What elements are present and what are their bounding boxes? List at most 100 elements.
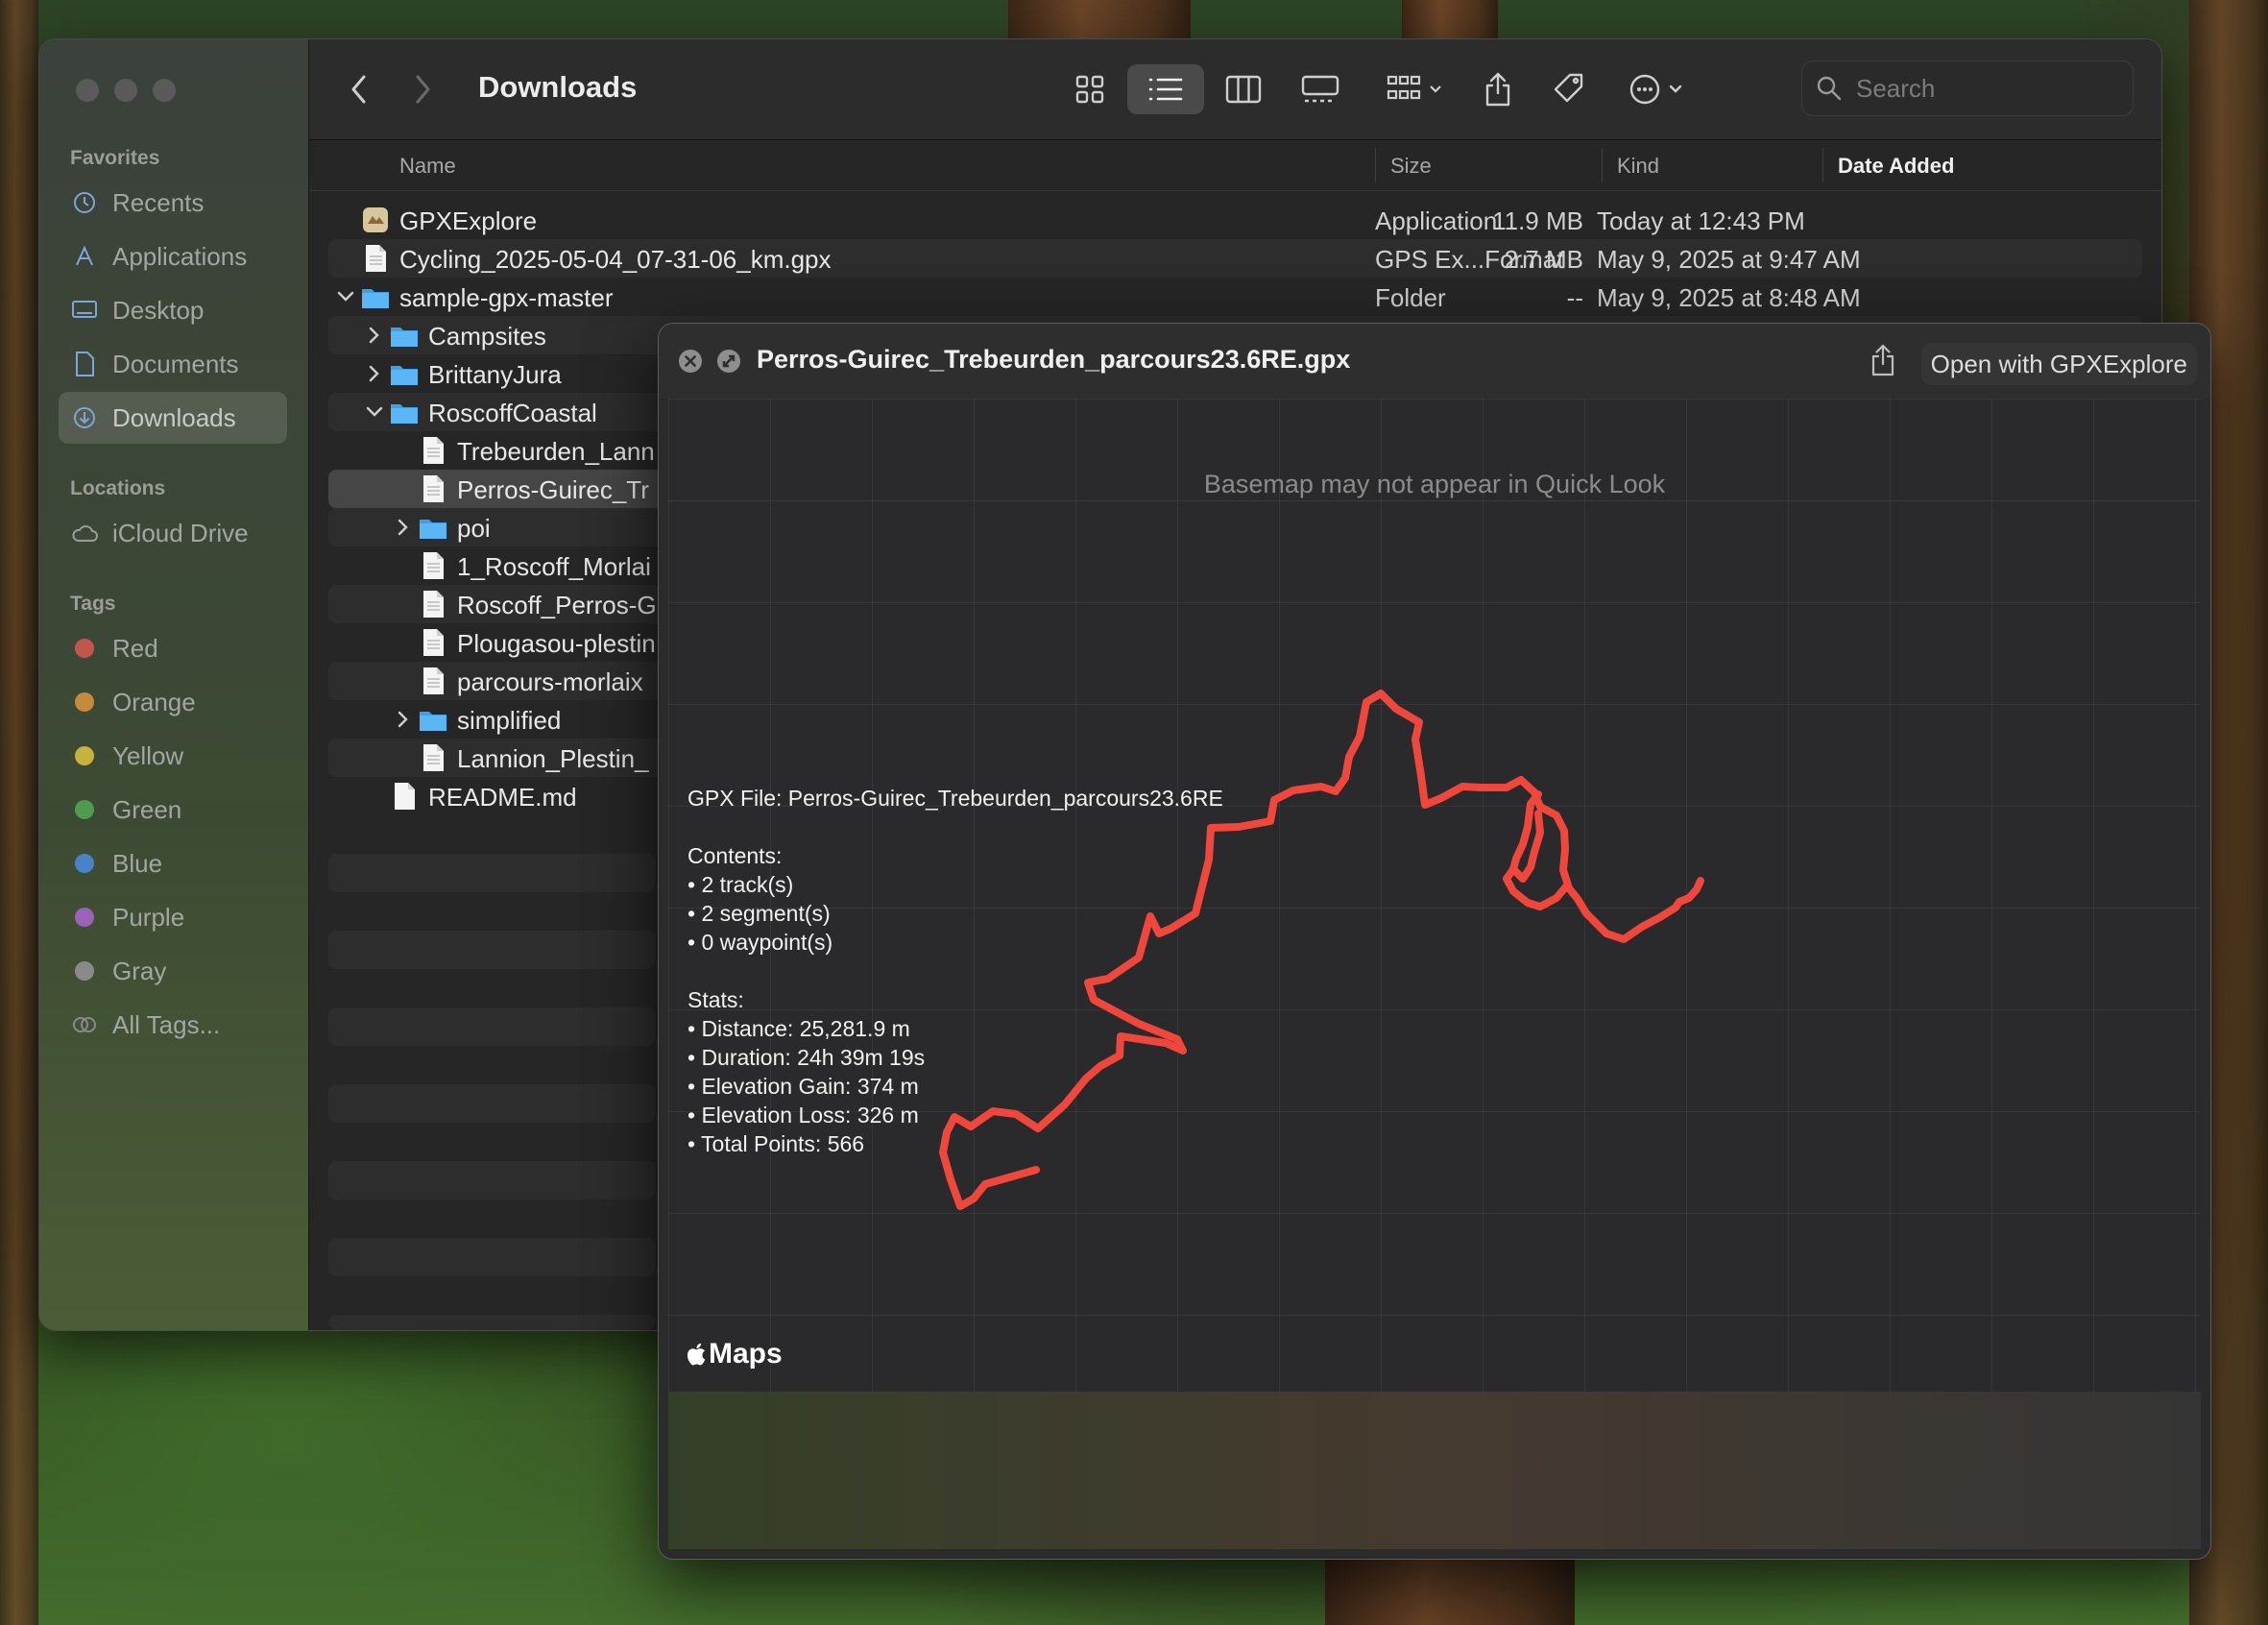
columns-icon [1225,75,1262,104]
stat-total-points: • Total Points: 566 [688,1131,865,1156]
stat-distance: • Distance: 25,281.9 m [688,1016,910,1041]
document-icon [423,629,444,656]
file-row-gpxexplore[interactable]: GPXExplore 11.9 MB Application Today at … [328,201,2142,239]
maps-label: Maps [709,1338,783,1370]
close-window-button[interactable] [76,79,99,102]
sidebar-item-label: All Tags... [112,1009,221,1039]
stat-elevation-gain: • Elevation Gain: 374 m [688,1074,919,1099]
gallery-view-button[interactable] [1289,64,1352,114]
sidebar-item-label: Gray [112,956,167,985]
sidebar-item-downloads[interactable]: Downloads [59,392,287,444]
file-row-cycling-gpx[interactable]: Cycling_2025-05-04_07-31-06_km.gpx 2.7 M… [328,239,2142,278]
file-date-added: May 9, 2025 at 8:48 AM [1597,283,1861,312]
grid-icon [1075,75,1104,104]
tag-dot [70,795,99,824]
disclosure-collapsed-icon[interactable] [392,516,415,539]
sidebar-tag-green[interactable]: Green [59,784,287,836]
column-headers: Name Size Kind Date Added [309,140,2161,191]
open-with-button[interactable]: Open with GPXExplore [1920,343,2197,385]
sidebar-item-label: Purple [112,902,185,932]
icon-view-button[interactable] [1058,64,1122,114]
file-kind: Application [1375,206,1498,235]
disclosure-collapsed-icon[interactable] [363,324,386,347]
tag-dot [70,849,99,878]
download-icon [70,403,99,432]
route-map[interactable]: Basemap may not appear in Quick Look GPX… [668,399,2201,1392]
sidebar-item-applications[interactable]: Applications [59,230,287,282]
tag-dot [70,957,99,985]
list-icon [1148,78,1183,101]
disclosure-expanded-icon[interactable] [334,285,357,308]
disclosure-expanded-icon[interactable] [363,400,386,424]
sidebar: Favorites Recents Applications Desktop D… [39,39,309,1330]
column-header-kind[interactable]: Kind [1617,154,1659,179]
sidebar-item-recents[interactable]: Recents [59,177,287,229]
favorites-header: Favorites [70,147,160,169]
document-icon [423,552,444,579]
file-kind: GPS Ex...Format [1375,245,1564,274]
tag-dot [70,903,99,932]
locations-header: Locations [70,477,166,499]
share-icon[interactable] [1869,343,1897,377]
sidebar-item-label: Blue [112,848,163,878]
disclosure-collapsed-icon[interactable] [392,708,415,731]
empty-row [328,1007,655,1046]
applications-icon [70,242,99,271]
sidebar-tag-purple[interactable]: Purple [59,891,287,943]
column-header-name[interactable]: Name [399,154,456,179]
sidebar-item-label: Recents [112,187,205,217]
folder-icon [362,289,389,308]
cloud-icon [70,519,99,547]
empty-row [328,1238,655,1276]
search-icon [1817,76,1842,101]
tag-dot [70,634,99,663]
sidebar-tag-gray[interactable]: Gray [59,945,287,997]
document-icon [423,437,444,464]
disclosure-collapsed-icon[interactable] [363,362,386,385]
sidebar-tag-orange[interactable]: Orange [59,676,287,728]
sidebar-all-tags[interactable]: All Tags... [59,999,287,1051]
forward-button[interactable] [401,64,444,114]
file-date-added: May 9, 2025 at 9:47 AM [1597,245,1861,274]
back-button[interactable] [338,64,380,114]
search-field[interactable]: Search [1801,61,2134,116]
document-icon [70,350,99,378]
document-icon [395,783,415,810]
column-header-date-added[interactable]: Date Added [1838,154,1954,179]
column-view-button[interactable] [1212,64,1275,114]
share-icon [1485,72,1510,107]
minimize-window-button[interactable] [114,79,137,102]
share-button[interactable] [1471,64,1525,114]
sidebar-item-label: Red [112,633,158,663]
list-view-button[interactable] [1127,64,1204,114]
stats-header: Stats: [688,987,744,1012]
sidebar-item-documents[interactable]: Documents [59,338,287,390]
file-name: Trebeurden_Lann [457,437,655,466]
sidebar-item-desktop[interactable]: Desktop [59,284,287,336]
close-icon[interactable] [678,349,703,374]
tag-button[interactable] [1542,64,1596,114]
more-icon [1629,74,1682,105]
file-name: Campsites [428,322,546,351]
file-row-sample-gpx-master[interactable]: sample-gpx-master -- Folder May 9, 2025 … [328,278,2142,316]
chevron-right-icon [416,75,430,104]
file-name: BrittanyJura [428,360,562,389]
sidebar-tag-blue[interactable]: Blue [59,837,287,889]
folder-icon [391,404,418,424]
apple-maps-logo: Maps [686,1338,783,1370]
file-name: Lannion_Plestin_ [457,744,649,773]
sidebar-tag-yellow[interactable]: Yellow [59,730,287,782]
fullscreen-icon[interactable] [716,349,741,374]
file-name: Roscoff_Perros-G [457,591,657,619]
sidebar-item-label: Orange [112,687,196,716]
action-menu-button[interactable] [1619,64,1700,114]
zoom-window-button[interactable] [153,79,176,102]
clock-icon [70,188,99,217]
window-title: Downloads [478,70,638,104]
gpx-info-overlay: GPX File: Perros-Guirec_Trebeurden_parco… [688,784,1223,1158]
sidebar-tag-red[interactable]: Red [59,622,287,674]
contents-header: Contents: [688,843,783,868]
column-header-size[interactable]: Size [1390,154,1432,179]
sidebar-item-icloud-drive[interactable]: iCloud Drive [59,507,287,559]
group-by-button[interactable] [1377,64,1454,114]
